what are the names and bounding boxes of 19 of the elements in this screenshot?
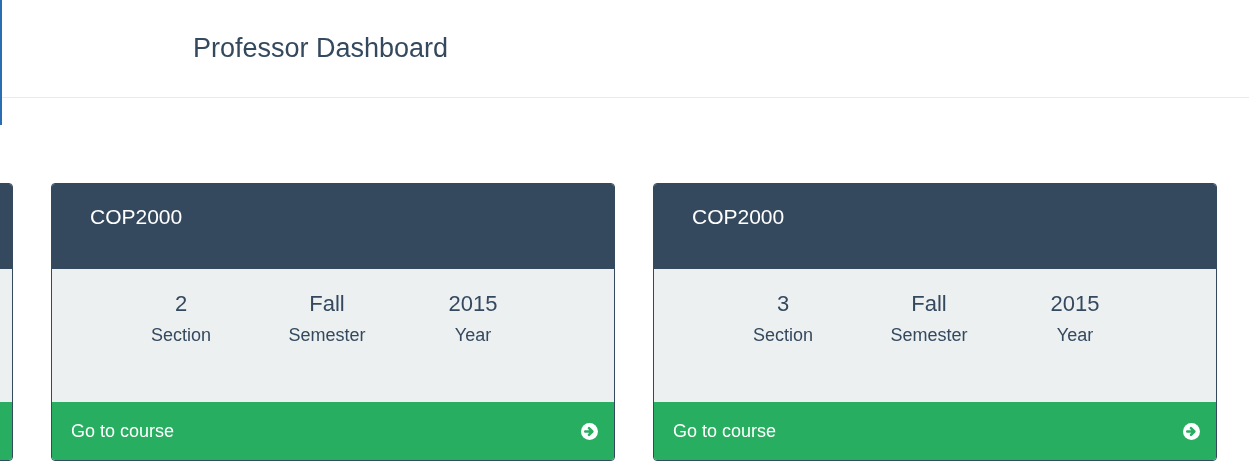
stat-label: Year bbox=[454, 325, 492, 346]
stat-label: Semester bbox=[890, 325, 968, 346]
stat-value: 2015 bbox=[448, 291, 498, 317]
course-code: COP2000 bbox=[90, 204, 183, 229]
stat-label: Section bbox=[150, 325, 211, 346]
stat-label: Section bbox=[752, 325, 813, 346]
arrow-circle-icon bbox=[1183, 422, 1200, 440]
stat-value: 2015 bbox=[1050, 291, 1100, 317]
stat-label: Year bbox=[1056, 325, 1094, 346]
stat-value: Fall bbox=[911, 291, 947, 317]
stat-label: Semester bbox=[288, 325, 366, 346]
go-to-course-link[interactable]: Go to course bbox=[52, 402, 614, 460]
stat-value: Fall bbox=[309, 291, 345, 317]
go-to-course-link[interactable]: Go to course bbox=[654, 402, 1216, 460]
stat-value: 2 bbox=[174, 291, 188, 317]
page-title: Professor Dashboard bbox=[193, 33, 449, 64]
course-code: COP2000 bbox=[692, 204, 785, 229]
arrow-circle-icon bbox=[581, 422, 598, 440]
stat-value: 3 bbox=[776, 291, 790, 317]
